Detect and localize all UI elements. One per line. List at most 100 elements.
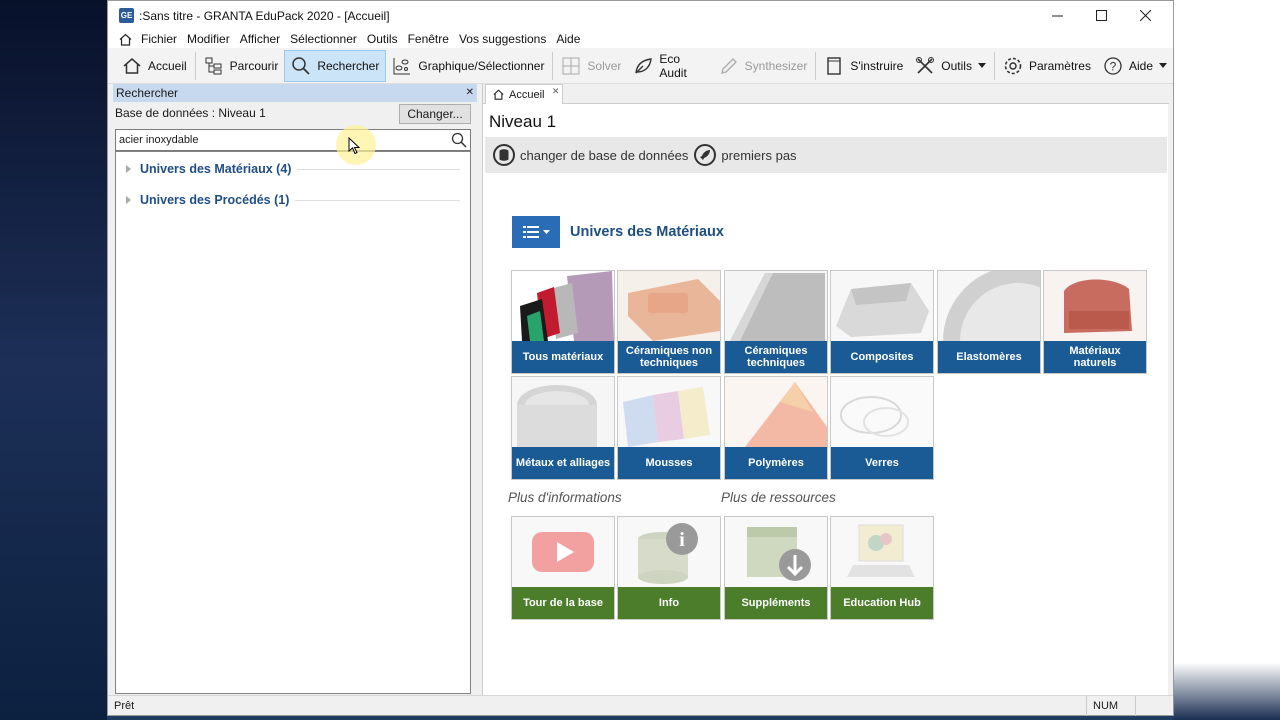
accueil-button[interactable]: Accueil xyxy=(116,50,193,82)
sponges-image xyxy=(618,377,720,447)
parcourir-button[interactable]: Parcourir xyxy=(198,50,285,82)
tile-label: Elastomères xyxy=(938,341,1040,373)
sinstruire-button[interactable]: S'instruire xyxy=(818,50,909,82)
database-icon xyxy=(493,144,515,166)
num-lock-indicator: NUM xyxy=(1086,696,1136,716)
desktop-background-right xyxy=(1174,0,1280,720)
aide-dropdown-button[interactable]: ? Aide xyxy=(1097,50,1173,82)
chevron-down-icon xyxy=(1159,63,1167,68)
tab-strip: Accueil ✕ xyxy=(483,84,1169,104)
menu-selectionner[interactable]: Sélectionner xyxy=(285,32,362,46)
minimize-button[interactable] xyxy=(1035,1,1079,30)
eco-audit-button[interactable]: Eco Audit xyxy=(627,50,712,82)
rechercher-button[interactable]: Rechercher xyxy=(284,49,387,82)
toolbar-separator xyxy=(815,51,817,80)
eco-audit-label: Eco Audit xyxy=(659,51,687,80)
tile-metaux-alliages[interactable]: Métaux et alliages xyxy=(511,376,615,480)
universe-list-button[interactable] xyxy=(512,216,560,248)
svg-text:?: ? xyxy=(1110,59,1117,73)
tile-composites[interactable]: Composites xyxy=(830,270,934,374)
chevron-down-icon xyxy=(542,230,550,234)
search-icon[interactable] xyxy=(451,132,467,148)
chart-icon xyxy=(393,57,411,74)
tab-accueil[interactable]: Accueil ✕ xyxy=(485,84,564,104)
search-panel: Rechercher ✕ Base de données : Niveau 1 … xyxy=(113,84,477,695)
ceramic-image xyxy=(725,271,827,341)
tile-ceramiques-techniques[interactable]: Céramiques techniques xyxy=(724,270,828,374)
composite-image xyxy=(831,271,933,341)
tile-verres[interactable]: Verres xyxy=(830,376,934,480)
tile-ceramiques-non-techniques[interactable]: Céramiques non techniques xyxy=(617,270,721,374)
help-icon: ? xyxy=(1104,56,1122,75)
menu-fenetre[interactable]: Fenêtre xyxy=(403,32,454,46)
svg-text:i: i xyxy=(679,529,685,551)
tile-info[interactable]: i Info xyxy=(617,516,721,620)
quick-links-bar: changer de base de données premiers pas xyxy=(485,137,1167,173)
tile-label: Mousses xyxy=(618,447,720,479)
brick-image xyxy=(618,271,720,341)
mouse-cursor-icon xyxy=(348,137,360,155)
change-database-link[interactable]: changer de base de données xyxy=(493,144,688,166)
solver-button[interactable]: Solver xyxy=(555,50,627,82)
status-bar: Prêt NUM xyxy=(108,695,1173,716)
tile-supplements[interactable]: Suppléments xyxy=(724,516,828,620)
universe-title: Univers des Matériaux xyxy=(570,224,724,240)
desktop-background-left xyxy=(0,0,107,720)
tile-label: Tous matériaux xyxy=(512,341,614,373)
database-info-icon: i xyxy=(618,517,720,587)
tile-label: Suppléments xyxy=(725,587,827,619)
tile-elastomeres[interactable]: Elastomères xyxy=(937,270,1041,374)
search-results-tree: Univers des Matériaux (4) Univers des Pr… xyxy=(115,151,471,694)
pencil-icon xyxy=(720,57,737,74)
parametres-button[interactable]: Paramètres xyxy=(997,50,1097,82)
synthesizer-button[interactable]: Synthesizer xyxy=(713,50,814,82)
maximize-button[interactable] xyxy=(1079,1,1123,30)
menu-aide[interactable]: Aide xyxy=(551,32,585,46)
tile-education-hub[interactable]: Education Hub xyxy=(830,516,934,620)
app-window: GE :Sans titre - GRANTA EduPack 2020 - [… xyxy=(107,0,1174,716)
tree-item-univers-procedes[interactable]: Univers des Procédés (1) xyxy=(126,193,460,207)
tools-icon xyxy=(916,56,935,74)
title-bar: GE :Sans titre - GRANTA EduPack 2020 - [… xyxy=(108,1,1173,30)
solver-label: Solver xyxy=(587,58,622,73)
aide-label: Aide xyxy=(1128,58,1153,73)
tile-mousses[interactable]: Mousses xyxy=(617,376,721,480)
tile-materiaux-naturels[interactable]: Matériaux naturels xyxy=(1043,270,1147,374)
accueil-label: Accueil xyxy=(148,58,187,73)
menu-outils[interactable]: Outils xyxy=(362,32,403,46)
app-icon: GE xyxy=(119,8,134,23)
change-database-link-label: changer de base de données xyxy=(520,147,689,163)
first-steps-link[interactable]: premiers pas xyxy=(694,144,797,166)
tab-label: Accueil xyxy=(509,88,545,101)
tree-item-label: Univers des Procédés (1) xyxy=(140,193,290,207)
change-database-button[interactable]: Changer... xyxy=(399,104,471,124)
expand-arrow-icon[interactable] xyxy=(126,196,131,204)
close-tab-icon[interactable]: ✕ xyxy=(552,86,560,97)
tile-label: Verres xyxy=(831,447,933,479)
tile-tous-materiaux[interactable]: Tous matériaux xyxy=(511,270,615,374)
tire-image xyxy=(938,271,1040,341)
menu-fichier[interactable]: Fichier xyxy=(136,32,182,46)
home-icon[interactable] xyxy=(119,33,132,46)
tree-browse-icon xyxy=(205,57,222,74)
close-window-button[interactable] xyxy=(1123,1,1167,30)
outils-dropdown-button[interactable]: Outils xyxy=(909,50,992,82)
home-panel: Accueil ✕ Niveau 1 changer de base de do… xyxy=(482,84,1169,695)
search-input[interactable]: acier inoxydable xyxy=(115,129,471,151)
tile-tour-de-la-base[interactable]: Tour de la base xyxy=(511,516,615,620)
menu-vos-suggestions[interactable]: Vos suggestions xyxy=(454,32,551,46)
armchair-image xyxy=(1044,271,1146,341)
menu-afficher[interactable]: Afficher xyxy=(235,32,285,46)
close-icon[interactable]: ✕ xyxy=(466,84,474,102)
laptop-icon xyxy=(831,517,933,587)
expand-arrow-icon[interactable] xyxy=(126,165,131,173)
tree-item-label: Univers des Matériaux (4) xyxy=(140,162,292,176)
chevron-down-icon xyxy=(977,63,986,68)
gear-icon xyxy=(1004,57,1022,74)
menu-modifier[interactable]: Modifier xyxy=(182,32,235,46)
tile-polymeres[interactable]: Polymères xyxy=(724,376,828,480)
tile-label: Métaux et alliages xyxy=(512,447,614,479)
tile-label: Céramiques techniques xyxy=(725,341,827,373)
tree-item-univers-materiaux[interactable]: Univers des Matériaux (4) xyxy=(126,162,460,176)
graphique-selectionner-button[interactable]: Graphique/Sélectionner xyxy=(386,50,550,82)
